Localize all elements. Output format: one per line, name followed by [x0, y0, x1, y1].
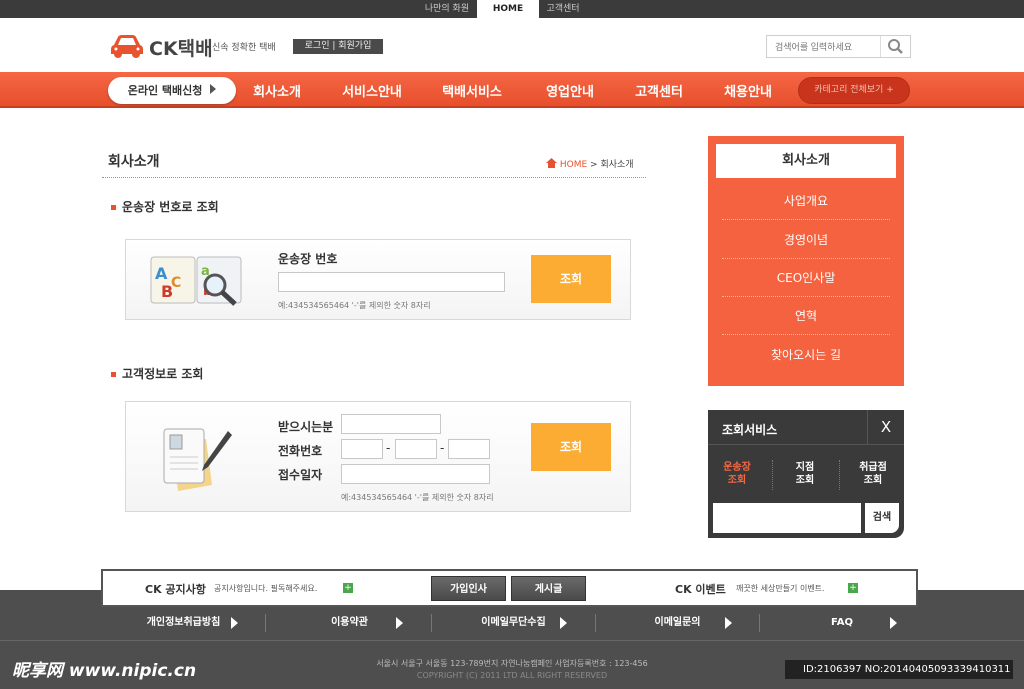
section-customer-title: 고객정보로 조회: [111, 365, 203, 382]
posts-button[interactable]: 게시글: [511, 576, 586, 601]
notice-text[interactable]: 공지사항입니다. 필독해주세요.: [214, 583, 317, 594]
nav-customer-center[interactable]: 고객센터: [619, 81, 699, 100]
side-menu-history[interactable]: 연혁: [722, 297, 890, 335]
phone-input-2[interactable]: [395, 439, 437, 459]
footer-divider: [0, 640, 1024, 641]
waybill-hint: 예:434534565464 '-'를 제외한 숫자 8자리: [278, 301, 431, 310]
watermark-id: ID:2106397 NO:20140405093339410311: [785, 660, 1013, 679]
waybill-number-label: 운송장 번호: [278, 252, 338, 266]
online-apply-button[interactable]: 온라인 택배신청: [108, 77, 236, 104]
nav-recruit[interactable]: 채용안내: [708, 81, 788, 100]
play-arrow-icon: [210, 84, 217, 94]
footer-contact-link[interactable]: 이메일문의: [596, 614, 760, 632]
breadcrumb-home[interactable]: HOME: [560, 160, 587, 170]
section-waybill-label: 운송장 번호로 조회: [122, 200, 219, 214]
customer-search-button[interactable]: 조회: [531, 423, 611, 471]
nav-business[interactable]: 영업안내: [530, 81, 610, 100]
footer-terms-link[interactable]: 이용약관: [268, 614, 432, 632]
side-menu-overview[interactable]: 사업개요: [722, 182, 890, 220]
nav-service-info[interactable]: 서비스안내: [332, 81, 412, 100]
arrow-icon: [396, 617, 403, 629]
nav-delivery-service[interactable]: 택배서비스: [432, 81, 512, 100]
logo-text[interactable]: CK택배: [149, 34, 213, 61]
side-menu-ceo[interactable]: CEO인사말: [722, 259, 890, 297]
service-search-button[interactable]: 검색: [865, 503, 899, 533]
tab-branch[interactable]: 지점조회: [773, 461, 837, 487]
notice-title: CK 공지사항: [145, 583, 206, 596]
all-categories-button[interactable]: 카테고리 전체보기 +: [798, 77, 910, 104]
side-menu-philosophy[interactable]: 경영이념: [722, 221, 890, 259]
search-box: [766, 35, 911, 58]
recipient-input[interactable]: [341, 414, 441, 434]
side-menu-title: 회사소개: [716, 144, 896, 178]
tab-waybill-line1: 운송장: [723, 462, 751, 473]
document-pen-icon: [158, 425, 238, 493]
recipient-label: 받으시는분: [278, 420, 334, 434]
online-apply-label: 온라인 택배신청: [127, 84, 203, 97]
breadcrumb: HOME > 회사소개: [546, 157, 634, 170]
footer-faq-link[interactable]: FAQ: [760, 614, 924, 632]
my-page-link[interactable]: 나만의 화원: [420, 0, 474, 18]
event-title: CK 이벤트: [675, 583, 726, 596]
footer-privacy-link[interactable]: 개인정보취급방침: [102, 614, 266, 632]
waybill-number-input[interactable]: [278, 272, 505, 292]
bullet-icon: [111, 372, 116, 377]
arrow-icon: [231, 617, 238, 629]
nav-company[interactable]: 회사소개: [237, 81, 317, 100]
close-icon[interactable]: X: [867, 410, 904, 445]
event-text[interactable]: 깨끗한 세상만들기 이벤트.: [736, 583, 825, 594]
section-customer-label: 고객정보로 조회: [122, 367, 204, 381]
svg-text:C: C: [171, 275, 181, 291]
greeting-button[interactable]: 가입인사: [431, 576, 506, 601]
bullet-icon: [111, 205, 116, 210]
watermark-logo: 昵享网 www.nipic.cn: [12, 661, 197, 681]
service-search-input[interactable]: [713, 503, 861, 533]
notice-more-icon[interactable]: +: [343, 583, 353, 593]
arrow-icon: [725, 617, 732, 629]
car-logo-icon: [110, 33, 144, 59]
page-title: 회사소개: [108, 154, 160, 170]
search-input[interactable]: [767, 36, 880, 57]
search-button[interactable]: [880, 36, 910, 57]
login-join-link[interactable]: 로그인 | 회원가입: [293, 39, 383, 54]
home-link[interactable]: HOME: [477, 0, 539, 19]
arrow-icon: [560, 617, 567, 629]
waybill-search-button[interactable]: 조회: [531, 255, 611, 303]
arrow-icon: [890, 617, 897, 629]
abc-book-icon: ABCab: [149, 251, 249, 311]
tab-divider: [839, 460, 840, 490]
event-more-icon[interactable]: +: [848, 583, 858, 593]
tab-waybill-line2: 조회: [727, 475, 747, 486]
phone-label: 전화번호: [278, 444, 323, 458]
phone-dash-2: -: [440, 441, 445, 455]
phone-input-3[interactable]: [448, 439, 490, 459]
svg-text:A: A: [155, 264, 168, 283]
phone-dash-1: -: [386, 441, 391, 455]
phone-input-1[interactable]: [341, 439, 383, 459]
tab-agency-line2: 조회: [863, 475, 883, 486]
customer-hint: 예:434534565464 '-'를 제외한 숫자 8자리: [341, 493, 494, 502]
tab-branch-line2: 조회: [795, 475, 815, 486]
service-box-title: 조회서비스: [722, 423, 778, 437]
logo-tagline: 신속 정확한 택배: [212, 43, 276, 53]
tab-agency[interactable]: 취급점조회: [841, 461, 905, 487]
date-input[interactable]: [341, 464, 490, 484]
date-label: 접수일자: [278, 468, 323, 482]
tab-branch-line1: 지점: [795, 462, 815, 473]
section-waybill-title: 운송장 번호로 조회: [111, 198, 219, 215]
customer-center-link[interactable]: 고객센터: [542, 0, 584, 18]
tab-waybill[interactable]: 운송장조회: [705, 461, 769, 487]
title-divider: [102, 177, 646, 178]
search-icon: [888, 39, 903, 54]
footer-email-link[interactable]: 이메일무단수집: [432, 614, 596, 632]
tab-agency-line1: 취급점: [859, 462, 887, 473]
side-menu-location[interactable]: 찾아오시는 길: [722, 336, 890, 374]
home-icon: [546, 158, 557, 168]
breadcrumb-current: 회사소개: [600, 160, 634, 170]
